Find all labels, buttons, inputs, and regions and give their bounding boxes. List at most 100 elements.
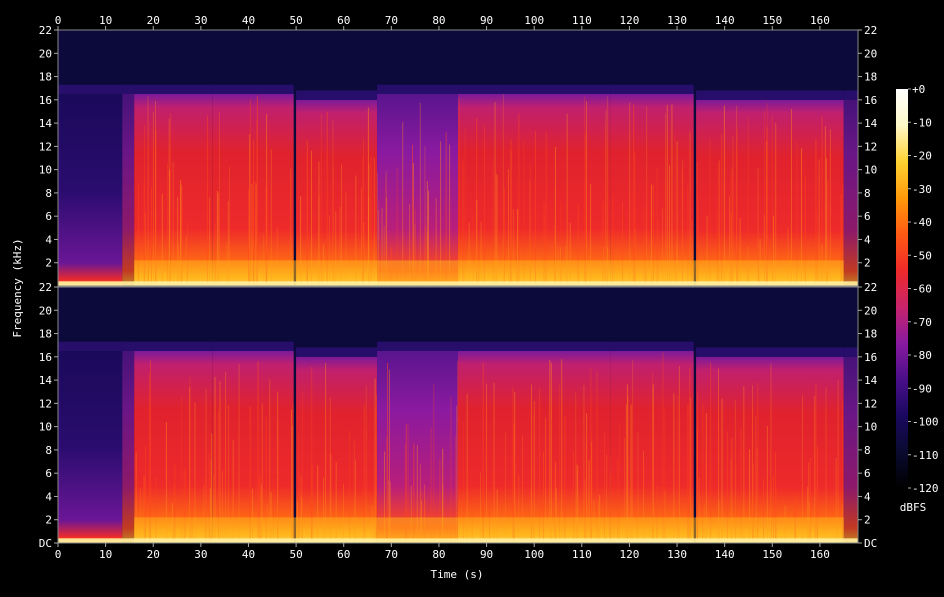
y-tick-label-left: 8 <box>45 444 52 457</box>
y-tick-label-right: DC <box>864 537 877 550</box>
channel-1-segment-10 <box>843 99 858 287</box>
y-tick-label-left: 12 <box>39 140 52 153</box>
x-tick-label-top: 0 <box>55 14 62 27</box>
y-tick-label-left: 20 <box>39 47 52 60</box>
channel-1-streak <box>326 111 328 287</box>
channel-1-segment-6-halo <box>377 84 458 94</box>
channel-2-segment-3-halo <box>134 341 213 351</box>
channel-1-streak <box>458 97 460 286</box>
colorbar-tick-label: -110 <box>912 449 939 462</box>
y-tick-label-left: 4 <box>45 490 52 503</box>
channel-1-streak <box>219 112 220 286</box>
channel-2-segment-4 <box>212 351 294 543</box>
x-tick-label-bottom: 30 <box>194 548 207 561</box>
channel-2-segment-1-halo <box>58 341 123 351</box>
channel-1-streak <box>155 100 156 286</box>
x-tick-label-top: 50 <box>289 14 302 27</box>
channel-1-streak <box>605 110 607 287</box>
channel-2-streak <box>710 362 712 543</box>
x-axis-label: Time (s) <box>431 568 484 581</box>
channel-2-streak <box>150 360 151 543</box>
channel-1-streak <box>586 101 587 286</box>
colorbar-tick-label: -70 <box>912 316 932 329</box>
x-tick-label-top: 40 <box>242 14 255 27</box>
colorbar-tick-label: -40 <box>912 216 932 229</box>
y-tick-label-left: 18 <box>39 328 52 341</box>
channel-2-segment-9-halo <box>696 347 844 357</box>
y-tick-label-right: 16 <box>864 94 877 107</box>
channel-2-streak <box>238 363 240 543</box>
channel-1-segment-1-halo <box>58 84 123 94</box>
channel-2-streak <box>311 366 313 543</box>
channel-2-segment-3 <box>134 351 213 543</box>
channel-2-streak <box>257 361 259 543</box>
colorbar-tick-label: -120 <box>912 482 939 495</box>
y-tick-label-right: 22 <box>864 281 877 294</box>
channel-1-segment-8-halo <box>610 84 694 94</box>
channel-1-streak <box>791 108 792 287</box>
y-tick-label-right: 10 <box>864 164 877 177</box>
spectrogram-chart: 0 0 10 10 20 20 30 30 40 40 50 50 60 60 70 70 80 80 90 90 10… <box>11 14 939 581</box>
y-tick-label-left: 10 <box>39 164 52 177</box>
colorbar-tick-label: -100 <box>912 416 939 429</box>
x-tick-label-bottom: 10 <box>99 548 112 561</box>
x-tick-label-bottom: 140 <box>715 548 735 561</box>
channel-1-segment-10-halo <box>843 90 858 100</box>
y-tick-label-right: 12 <box>864 397 877 410</box>
channel-2-streak <box>689 367 691 543</box>
x-tick-label-top: 70 <box>385 14 398 27</box>
x-tick-label-top: 100 <box>524 14 544 27</box>
y-tick-label-right: 16 <box>864 351 877 364</box>
channel-1-segment-3-halo <box>134 84 213 94</box>
channel-panels <box>57 29 859 544</box>
channel-1-streak <box>170 113 171 286</box>
spectrogram-figure: 0 0 10 10 20 20 30 30 40 40 50 50 60 60 70 70 80 80 90 90 10… <box>0 0 944 593</box>
x-tick-label-bottom: 0 <box>55 548 62 561</box>
y-tick-label-right: 4 <box>864 490 871 503</box>
y-tick-label-left: 22 <box>39 24 52 37</box>
x-tick-label-bottom: 70 <box>385 548 398 561</box>
channel-2-segment-1 <box>58 351 123 543</box>
channel-2-dc-band <box>58 538 858 543</box>
y-tick-label-right: 14 <box>864 374 878 387</box>
y-tick-label-left: DC <box>39 537 52 550</box>
channel-1-streak <box>633 104 635 286</box>
x-tick-label-top: 130 <box>667 14 687 27</box>
channel-1-streak <box>606 96 608 286</box>
channel-2-streak <box>387 362 389 543</box>
x-tick-label-top: 20 <box>147 14 160 27</box>
y-tick-label-right: 18 <box>864 328 877 341</box>
x-tick-label-top: 140 <box>715 14 735 27</box>
channel-1-streak <box>723 105 725 286</box>
channel-2-streak <box>596 371 598 543</box>
channel-1-segment-2-halo <box>122 84 135 94</box>
colorbar-tick-label: -60 <box>912 283 932 296</box>
channel-1-segment-1 <box>58 94 123 286</box>
colorbar-label: dBFS <box>900 501 927 514</box>
colorbar-tick-label: -30 <box>912 183 932 196</box>
channel-1-streak <box>646 106 648 286</box>
y-tick-label-right: 22 <box>864 24 877 37</box>
colorbar-tick-label: -20 <box>912 150 932 163</box>
channel-1-streak <box>502 94 504 286</box>
channel-1-streak <box>764 110 765 286</box>
channel-2-segment-2 <box>122 351 135 543</box>
channel-2-segment-10-halo <box>843 347 858 357</box>
channel-2-segment-8-halo <box>610 341 694 351</box>
y-tick-label-left: 6 <box>45 210 52 223</box>
y-tick-label-right: 14 <box>864 117 878 130</box>
y-tick-label-left: 20 <box>39 304 52 317</box>
colorbar-tick-label: -10 <box>912 116 932 129</box>
y-tick-label-right: 10 <box>864 421 877 434</box>
x-tick-label-top: 110 <box>572 14 592 27</box>
channel-2-segment-2-halo <box>122 341 135 351</box>
y-tick-label-right: 2 <box>864 257 871 270</box>
channel-2-streak <box>389 369 390 543</box>
y-tick-label-left: 14 <box>39 374 53 387</box>
channel-1-streak <box>666 104 668 287</box>
channel-1-dc-band <box>58 281 858 286</box>
y-tick-label-left: 2 <box>45 514 52 527</box>
channel-1-streak <box>629 102 631 286</box>
x-tick-label-bottom: 120 <box>619 548 639 561</box>
x-tick-label-bottom: 80 <box>432 548 445 561</box>
